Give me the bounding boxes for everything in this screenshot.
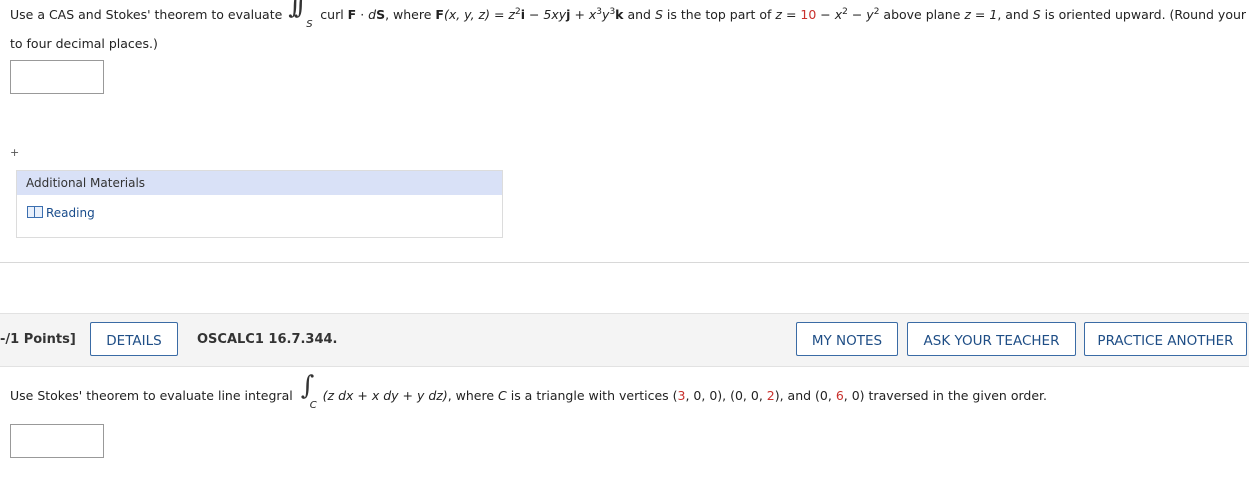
additional-materials-heading: Additional Materials bbox=[17, 171, 502, 195]
practice-another-button[interactable]: PRACTICE ANOTHER bbox=[1084, 322, 1247, 356]
question-1-text: Use a CAS and Stokes' theorem to evaluat… bbox=[10, 0, 1249, 30]
question-id: OSCALC1 16.7.344. bbox=[197, 332, 338, 347]
answer-input-1[interactable] bbox=[10, 60, 104, 94]
expand-plus-icon[interactable]: + bbox=[10, 146, 19, 159]
question-1-text-cont: to four decimal places.) bbox=[10, 36, 158, 51]
answer-input-2[interactable] bbox=[10, 424, 104, 458]
question-2-text: Use Stokes' theorem to evaluate line int… bbox=[10, 371, 1047, 411]
additional-materials-panel: Additional Materials Reading bbox=[16, 170, 503, 238]
line-integral-symbol: ∫ C bbox=[300, 371, 317, 411]
ask-your-teacher-button[interactable]: ASK YOUR TEACHER bbox=[907, 322, 1076, 356]
points-label: -/1 Points] bbox=[0, 332, 76, 347]
section-divider bbox=[0, 262, 1249, 263]
details-button[interactable]: DETAILS bbox=[90, 322, 178, 356]
book-icon bbox=[27, 206, 43, 218]
double-integral-symbol: ∫∫ S bbox=[288, 0, 313, 30]
reading-link[interactable]: Reading bbox=[27, 206, 95, 220]
my-notes-button[interactable]: MY NOTES bbox=[796, 322, 898, 356]
